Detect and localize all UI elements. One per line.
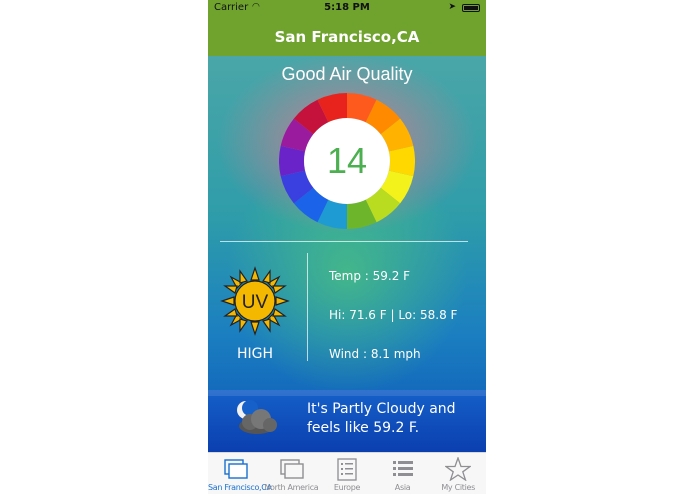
nav-title: San Francisco,CA — [274, 28, 420, 46]
tab-bar: San Francisco,CA North America Europe As… — [208, 452, 486, 494]
star-icon — [445, 457, 472, 481]
main-content: Good Air Quality 14 UV HIGH Temp: 59.2 … — [208, 56, 486, 452]
location-arrow-icon: ➤ — [448, 2, 456, 12]
battery-icon — [462, 4, 480, 12]
tab-label: Asia — [394, 483, 411, 492]
weather-summary-text: It's Partly Cloudy and feels like 59.2 F… — [307, 401, 456, 436]
nav-bar: San Francisco,CA — [208, 18, 486, 56]
temperature-text: Temp : 59.2 F — [329, 269, 411, 283]
section-divider — [220, 241, 468, 242]
aqi-value: 14 — [326, 140, 368, 181]
status-bar: Carrier ◠ 5:18 PM ➤ — [208, 0, 486, 18]
tab-north-america[interactable]: North America — [264, 453, 320, 494]
wind-text: Wind : 8.1 mph — [329, 347, 421, 361]
phone-screen: Carrier ◠ 5:18 PM ➤ San Francisco,CA Goo… — [208, 0, 486, 494]
uv-level: HIGH — [236, 346, 274, 362]
list-icon — [392, 461, 413, 476]
tab-my-cities[interactable]: My Cities — [430, 453, 486, 494]
cards-icon — [224, 459, 248, 479]
tab-san-francisco[interactable]: San Francisco,CA — [208, 453, 272, 494]
list-doc-icon — [337, 458, 357, 481]
tab-europe[interactable]: Europe — [319, 453, 375, 494]
uv-icon-text: UV — [242, 292, 269, 313]
tab-asia[interactable]: Asia — [375, 453, 431, 494]
tab-label: San Francisco,CA — [208, 483, 272, 492]
status-time: 5:18 PM — [324, 2, 370, 13]
hi-lo-text: Hi: 71.6 F | Lo: 58.8 F — [329, 308, 458, 322]
tab-label: My Cities — [441, 483, 476, 492]
uv-sun-icon: UV — [220, 266, 290, 336]
vertical-divider — [307, 253, 308, 361]
cards-icon — [279, 459, 304, 479]
tab-label: Europe — [333, 483, 361, 492]
weather-summary-band: It's Partly Cloudy and feels like 59.2 F… — [208, 390, 486, 452]
air-quality-label: Good Air Quality — [281, 64, 413, 84]
tab-label: North America — [264, 483, 319, 492]
partly-cloudy-night-icon — [237, 400, 277, 434]
